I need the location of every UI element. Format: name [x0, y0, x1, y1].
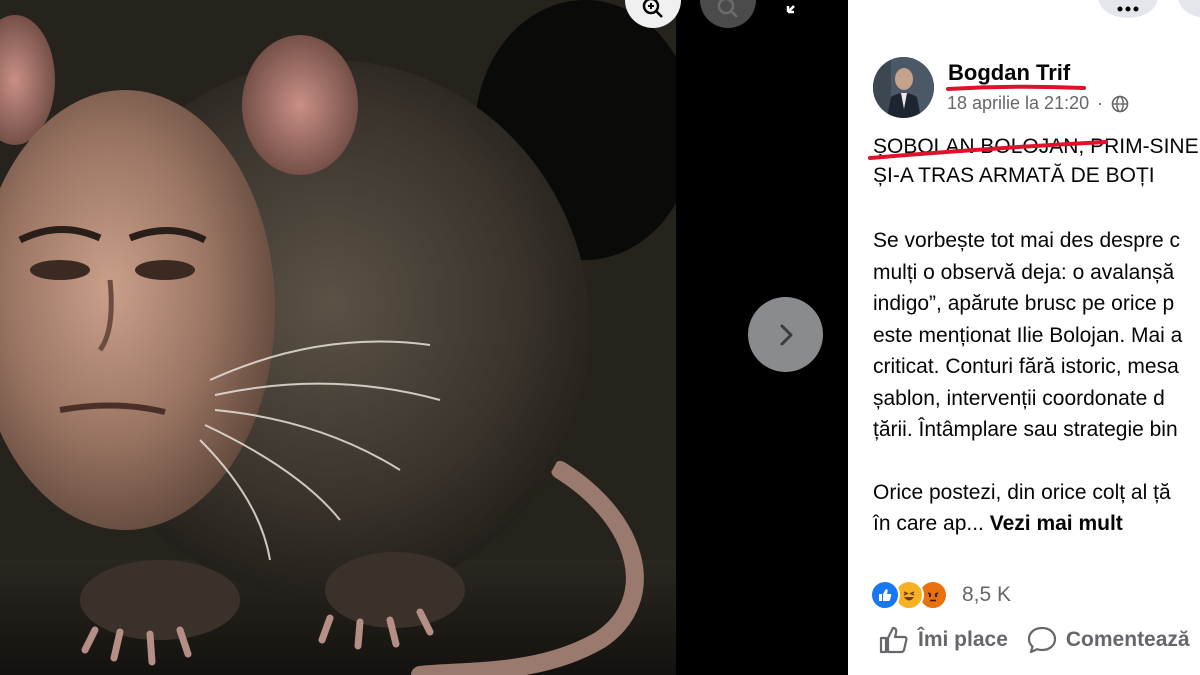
zoom-out-icon [717, 0, 738, 18]
post-title-line: ȘI-A TRAS ARMATĂ DE BOȚI [873, 164, 1155, 187]
avatar-image [873, 57, 934, 118]
expand-button[interactable] [786, 0, 806, 19]
topbar-button[interactable] [1178, 0, 1200, 18]
meta-separator: · [1097, 93, 1104, 113]
comment-button-label: Comentează [1065, 628, 1190, 651]
post-body-line: Se vorbește tot mai des despre c [873, 229, 1180, 252]
post-body-line-last: în care ap... Vezi mai mult [873, 508, 1200, 540]
post-body-truncated: în care ap... [873, 512, 984, 535]
post-photo[interactable] [0, 0, 676, 675]
post-body-line: țării. Întâmplare sau strategie bin [873, 418, 1178, 441]
post-timestamp[interactable]: 18 aprilie la 21:20 [947, 93, 1089, 114]
avatar[interactable] [873, 57, 934, 118]
post-body: Se vorbește tot mai des despre c mulți o… [873, 225, 1200, 540]
post-body-line: indigo”, apărute brusc pe orice p [873, 292, 1175, 315]
reactions-summary[interactable]: 8,5 K [870, 578, 1011, 612]
globe-icon[interactable] [1111, 95, 1129, 113]
like-button-label: Îmi place [918, 628, 1008, 651]
like-reaction-icon [870, 580, 900, 610]
more-options-button[interactable] [1098, 0, 1158, 18]
rat-illustration [0, 0, 676, 675]
comment-icon [1027, 626, 1056, 654]
post-panel: Bogdan Trif 18 aprilie la 21:20 · ȘOBOLA… [848, 0, 1200, 675]
post-body-line: șablon, intervenții coordonate d [873, 386, 1165, 410]
see-more-link[interactable]: Vezi mai mult [990, 512, 1123, 535]
expand-icon [786, 5, 795, 14]
zoom-out-button[interactable] [700, 0, 756, 28]
post-body-line: este menționat Ilie Bolojan. Mai a [873, 323, 1183, 347]
post-meta: 18 aprilie la 21:20 · [947, 93, 1129, 114]
angry-face-icon [927, 592, 939, 602]
reaction-count[interactable]: 8,5 K [962, 583, 1011, 607]
thumbs-up-icon [879, 589, 892, 601]
post-body-line: mulți o observă deja: o avalanșă [873, 260, 1175, 284]
photo-viewer [0, 0, 848, 675]
post-actions: Îmi place Comentează [878, 625, 1190, 655]
more-icon [1117, 6, 1139, 12]
zoom-in-icon [642, 0, 663, 18]
thumbs-up-outline-icon [879, 626, 908, 654]
comment-button[interactable]: Comentează [1026, 625, 1190, 655]
next-photo-button[interactable] [748, 297, 823, 372]
post-body-line: Orice postezi, din orice colț al ță [873, 480, 1171, 504]
chevron-right-icon [780, 324, 792, 345]
laughing-face-icon [903, 591, 915, 601]
post-body-line: criticat. Conturi fără istoric, mesa [873, 355, 1179, 378]
title-annotation-underline [868, 140, 1108, 160]
like-button[interactable]: Îmi place [878, 625, 1008, 655]
author-annotation-underline [946, 84, 1086, 91]
